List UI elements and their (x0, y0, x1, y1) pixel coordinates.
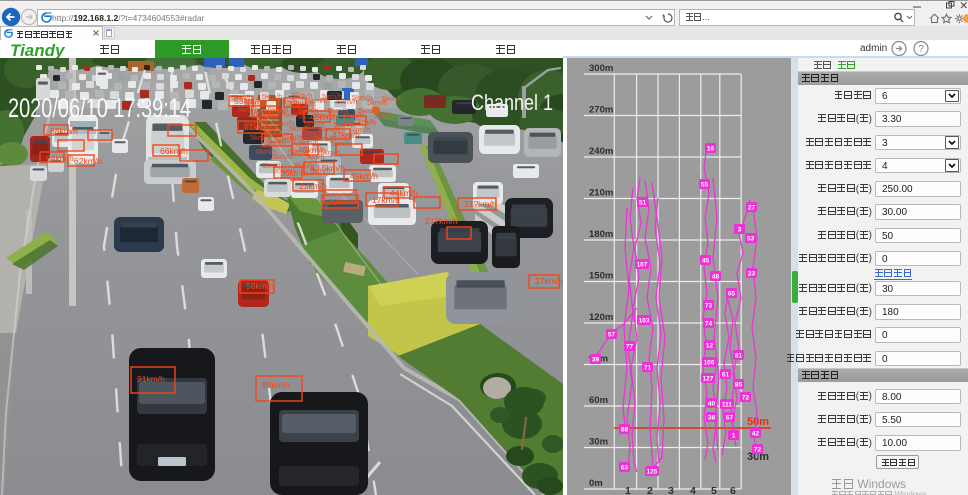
svg-text:5km/h: 5km/h (350, 125, 370, 134)
svg-text:77: 77 (626, 344, 634, 351)
svg-text:12: 12 (706, 343, 714, 350)
svg-text:68km/h: 68km/h (50, 126, 78, 136)
svg-text:30m: 30m (589, 437, 608, 448)
svg-text:111: 111 (722, 402, 733, 409)
svg-text:85: 85 (735, 382, 743, 389)
svg-text:300m: 300m (589, 63, 613, 74)
svg-text:71: 71 (644, 365, 652, 372)
svg-text:120m: 120m (589, 312, 613, 323)
svg-text:21?km/h: 21?km/h (464, 199, 497, 209)
svg-text:61: 61 (722, 372, 730, 379)
svg-text:4: 4 (690, 485, 696, 495)
svg-text:Channel 1: Channel 1 (471, 90, 553, 115)
svg-text:17km/h: 17km/h (372, 195, 400, 205)
svg-text:6: 6 (730, 485, 736, 495)
svg-text:5km/h: 5km/h (374, 111, 394, 120)
svg-text:23km/h: 23km/h (299, 181, 327, 191)
svg-text:107: 107 (637, 262, 648, 269)
svg-text:39: 39 (592, 357, 600, 364)
svg-text:103: 103 (639, 318, 650, 325)
svg-text:27km/h: 27km/h (535, 276, 563, 286)
svg-text:2020/06/10 17:39:14: 2020/06/10 17:39:14 (8, 93, 191, 123)
svg-text:3: 3 (668, 485, 674, 495)
svg-text:?: ? (918, 44, 924, 55)
svg-text:60m: 60m (589, 395, 608, 406)
svg-text:5km/h: 5km/h (320, 148, 340, 157)
svg-text:5km/h: 5km/h (310, 166, 330, 175)
svg-text:5: 5 (711, 485, 717, 495)
svg-text:180m: 180m (589, 229, 613, 240)
svg-text:62km/h: 62km/h (74, 156, 102, 166)
svg-text:51: 51 (639, 200, 647, 207)
svg-text:64km/h: 64km/h (46, 153, 74, 163)
svg-text:29km/h: 29km/h (328, 197, 356, 207)
svg-text:150m: 150m (589, 271, 613, 282)
svg-text:74: 74 (705, 321, 713, 328)
svg-text:5km/h: 5km/h (382, 94, 402, 103)
svg-text:57: 57 (608, 332, 616, 339)
svg-text:66km/h: 66km/h (160, 146, 188, 156)
svg-text:270m: 270m (589, 105, 613, 116)
svg-text:91km/h: 91km/h (137, 374, 165, 384)
svg-text:240m: 240m (589, 146, 613, 157)
svg-text:210m: 210m (589, 188, 613, 199)
svg-text:21?km/h: 21?km/h (425, 216, 458, 226)
svg-text:23: 23 (748, 271, 756, 278)
svg-text:63: 63 (621, 465, 629, 472)
svg-text:88: 88 (621, 427, 629, 434)
svg-text:42: 42 (752, 431, 760, 438)
svg-text:95km/h: 95km/h (262, 380, 290, 390)
svg-text:0m: 0m (589, 478, 603, 489)
svg-text:48: 48 (712, 274, 720, 281)
svg-text:125: 125 (647, 469, 658, 476)
svg-text:2: 2 (647, 485, 653, 495)
svg-text:127: 127 (703, 376, 714, 383)
svg-text:49km/h: 49km/h (350, 171, 378, 181)
svg-text:58km/h: 58km/h (246, 281, 274, 291)
svg-text:5km/h: 5km/h (330, 139, 350, 148)
svg-text:1: 1 (625, 485, 631, 495)
